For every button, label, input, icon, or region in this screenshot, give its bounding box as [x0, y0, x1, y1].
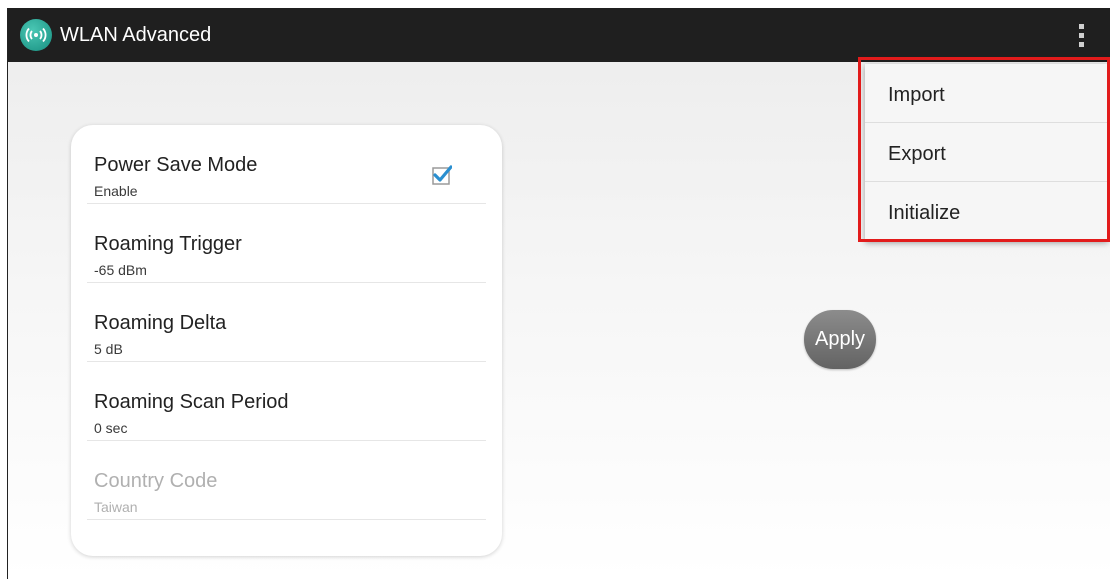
pref-title: Roaming Scan Period [94, 391, 289, 413]
pref-title: Country Code [94, 470, 218, 492]
pref-country-code: Country Code Taiwan [71, 441, 502, 520]
action-bar: WLAN Advanced [8, 8, 1110, 62]
pref-summary: 5 dB [94, 341, 123, 357]
menu-highlight-box [858, 57, 1110, 242]
pref-summary: Enable [94, 183, 138, 199]
preferences-card: Power Save Mode Enable Roaming Trigger -… [71, 125, 502, 556]
pref-title: Roaming Trigger [94, 233, 242, 255]
divider [87, 519, 486, 520]
apply-button[interactable]: Apply [804, 310, 876, 369]
pref-summary: Taiwan [94, 499, 138, 515]
app-screen: WLAN Advanced Power Save Mode Enable Roa… [8, 8, 1110, 579]
pref-title: Roaming Delta [94, 312, 227, 334]
app-title: WLAN Advanced [60, 24, 212, 46]
pref-roaming-scan-period[interactable]: Roaming Scan Period 0 sec [71, 362, 502, 441]
pref-power-save-mode[interactable]: Power Save Mode Enable [71, 125, 502, 204]
more-vert-icon[interactable] [1071, 20, 1091, 50]
pref-roaming-delta[interactable]: Roaming Delta 5 dB [71, 283, 502, 362]
wifi-signal-icon [20, 19, 52, 51]
pref-summary: -65 dBm [94, 262, 147, 278]
pref-roaming-trigger[interactable]: Roaming Trigger -65 dBm [71, 204, 502, 283]
pref-summary: 0 sec [94, 420, 128, 436]
pref-title: Power Save Mode [94, 154, 258, 176]
power-save-checkbox[interactable] [432, 165, 453, 185]
